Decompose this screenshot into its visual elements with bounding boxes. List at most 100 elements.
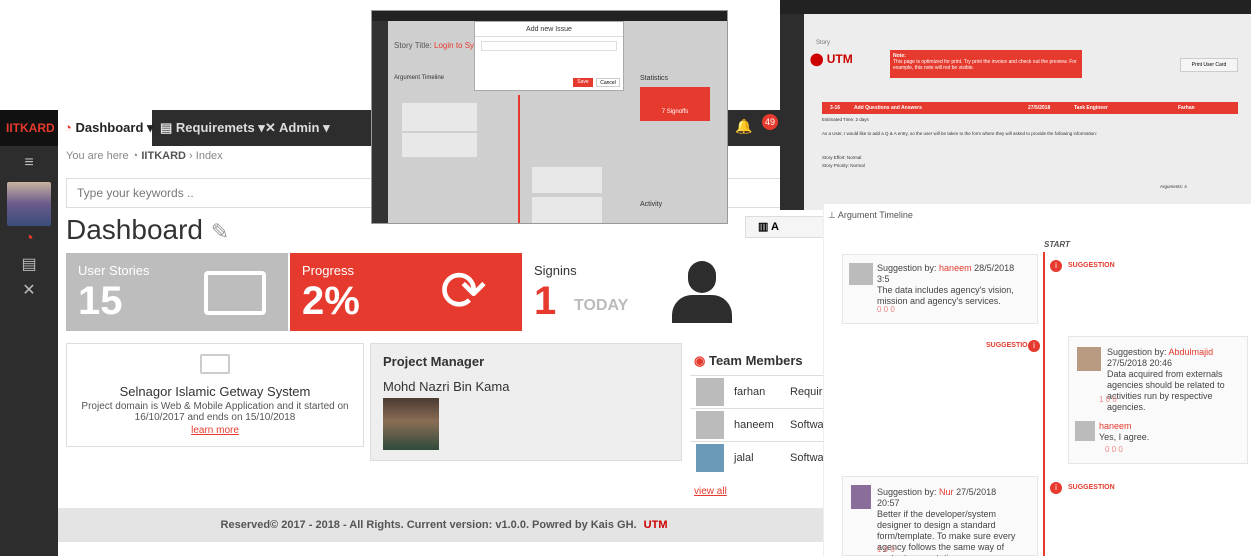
- reply-body: haneem Yes, I agree.: [1099, 421, 1149, 443]
- monitor-icon: [200, 354, 230, 374]
- suggestion-card: Suggestion by: Abdulmajid 27/5/2018 20:4…: [1068, 336, 1248, 464]
- issue-window-navbar: [372, 11, 727, 21]
- member-name: jalal: [734, 452, 754, 464]
- sidebar: ≡ ◔ ▤ ✕: [0, 146, 58, 556]
- suggestion-date: 27/5/2018 20:46: [1107, 358, 1173, 368]
- nav-dashboard[interactable]: ◔ Dashboard ▾: [58, 110, 154, 146]
- user-avatar[interactable]: [7, 182, 51, 226]
- dashboard-icon: ◔: [64, 120, 72, 135]
- menu-icon[interactable]: ≡: [0, 154, 58, 172]
- story-heading: Story: [816, 40, 831, 46]
- story-body: As a User, I would like to add a Q & A e…: [822, 131, 1098, 136]
- issue-window: Story Title: Login to System Argument Ti…: [371, 10, 728, 224]
- tile-progress[interactable]: Progress 2% ⟳: [290, 253, 522, 331]
- breadcrumb-prefix: You are here: [66, 150, 129, 162]
- timeline-heading-text: Argument Timeline: [837, 210, 913, 220]
- vote-counts[interactable]: 1 0 0: [877, 545, 895, 554]
- story-arguments: Arguments: 4: [1160, 184, 1187, 189]
- print-user-card-button[interactable]: Print User Card: [1180, 58, 1238, 72]
- story-window-sidebar: [780, 14, 804, 210]
- timeline-window: ⊥ Argument Timeline START i SUGGESTION S…: [823, 204, 1251, 556]
- tile-value: 2%: [302, 279, 360, 323]
- page-title-text: Dashboard: [66, 214, 203, 245]
- suggestion-text: The data includes agency's vision, missi…: [877, 285, 1014, 306]
- tile-suffix: TODAY: [574, 297, 629, 314]
- member-name: haneem: [734, 419, 774, 431]
- story-window: Story ⬤ UTM Note: This page is optimized…: [780, 0, 1251, 210]
- reply-author[interactable]: haneem: [1099, 421, 1132, 431]
- save-button[interactable]: Save: [573, 78, 593, 87]
- vote-counts[interactable]: 0 0 0: [1105, 445, 1123, 454]
- story-window-navbar: [780, 0, 1251, 14]
- nav-admin[interactable]: ✕ Admin ▾: [265, 110, 330, 146]
- suggestion-text: Better if the developer/system designer …: [877, 509, 1016, 556]
- vote-counts[interactable]: 1 0 0: [1099, 395, 1117, 404]
- suggestion-author[interactable]: Nur: [939, 487, 954, 497]
- avatar: [696, 378, 724, 406]
- suggestion-author[interactable]: Abdulmajid: [1169, 347, 1214, 357]
- modal-title: Add new Issue: [475, 22, 623, 37]
- suggestion-label: SUGGESTION: [1068, 484, 1115, 491]
- row-title: Add Questions and Answers: [854, 105, 922, 111]
- avatar: [696, 444, 724, 472]
- project-manager-card: Project Manager Mohd Nazri Bin Kama: [370, 343, 682, 461]
- avatar: [1077, 347, 1101, 371]
- timeline-line: [518, 95, 520, 223]
- nav-requirements[interactable]: ▤ Requiremets ▾: [160, 110, 265, 146]
- user-silhouette-icon: [672, 261, 732, 323]
- pencil-icon[interactable]: ✎: [211, 219, 229, 244]
- suggestion-label: SUGGESTION: [1068, 262, 1115, 269]
- suggestion-card: Suggestion by: haneem 28/5/2018 3:5 The d…: [842, 254, 1038, 324]
- analytics-button[interactable]: ▥ A: [745, 216, 830, 238]
- team-member-row[interactable]: haneem Softwa: [690, 408, 830, 441]
- notification-badge[interactable]: 49: [762, 114, 778, 130]
- nav-requirements-label: Requiremets: [175, 120, 255, 135]
- suggestion-author[interactable]: haneem: [939, 263, 972, 273]
- bell-icon[interactable]: 🔔: [735, 118, 752, 135]
- cancel-button[interactable]: Cancel: [596, 78, 620, 87]
- suggestion-body: Suggestion by: haneem 28/5/2018 3:5 The d…: [877, 263, 1015, 306]
- tile-label: Progress: [302, 263, 355, 278]
- timeline-entry: [402, 133, 477, 157]
- issue-input[interactable]: [481, 41, 617, 51]
- tools-icon: ✕: [265, 120, 276, 135]
- brand-logo[interactable]: IITKARD: [0, 110, 58, 146]
- story-effort: Story Effort: Normal: [822, 155, 862, 160]
- breadcrumb-home[interactable]: IITKARD: [141, 150, 186, 162]
- manager-name: Mohd Nazri Bin Kama: [383, 379, 510, 394]
- sidebar-requirements-icon[interactable]: ▤: [0, 254, 58, 274]
- tile-user-stories[interactable]: User Stories 15: [66, 253, 288, 331]
- team-member-row[interactable]: farhan Requir: [690, 375, 830, 408]
- member-role: Softwa: [790, 452, 824, 464]
- timeline-entry: [402, 103, 477, 131]
- avatar: [851, 485, 871, 509]
- tile-value: 15: [78, 279, 123, 323]
- view-all-link[interactable]: view all: [690, 486, 830, 497]
- issue-window-sidebar: [372, 21, 388, 223]
- timeline-line: [1043, 252, 1045, 556]
- sidebar-dashboard-icon[interactable]: ◔: [0, 230, 58, 248]
- info-icon: i: [1050, 260, 1062, 272]
- tile-signins[interactable]: Signins 1 TODAY: [522, 253, 830, 331]
- sitemap-icon: ⊥: [828, 210, 836, 220]
- nav-dashboard-label: Dashboard: [75, 120, 144, 135]
- note-text: This page is optimized for print. Try pr…: [893, 59, 1077, 71]
- project-card: Selnagor Islamic Getway System Project d…: [66, 343, 364, 447]
- suggestion-body: Suggestion by: Nur 27/5/2018 20:57 Better…: [877, 487, 1017, 556]
- statistics-heading: Statistics: [640, 75, 669, 82]
- utm-logo: ⬤ UTM: [810, 52, 853, 66]
- learn-more-link[interactable]: learn more: [67, 425, 363, 436]
- sidebar-admin-icon[interactable]: ✕: [0, 280, 58, 300]
- member-name: farhan: [734, 386, 766, 398]
- avatar: [849, 263, 873, 285]
- team-heading: ◉ Team Members: [690, 343, 830, 375]
- vote-counts[interactable]: 0 0 0: [877, 305, 895, 314]
- team-member-row[interactable]: jalal Softwa: [690, 441, 830, 474]
- footer: Reserved© 2017 - 2018 - All Rights. Curr…: [58, 508, 830, 542]
- utm-logo: UTM: [643, 519, 668, 531]
- nav-admin-label: Admin: [279, 120, 320, 135]
- tile-label: User Stories: [78, 263, 150, 278]
- manager-photo: [383, 398, 439, 450]
- row-date: 27/5/2018: [1028, 105, 1051, 111]
- signoffs-box: 7 Signoffs: [640, 87, 710, 121]
